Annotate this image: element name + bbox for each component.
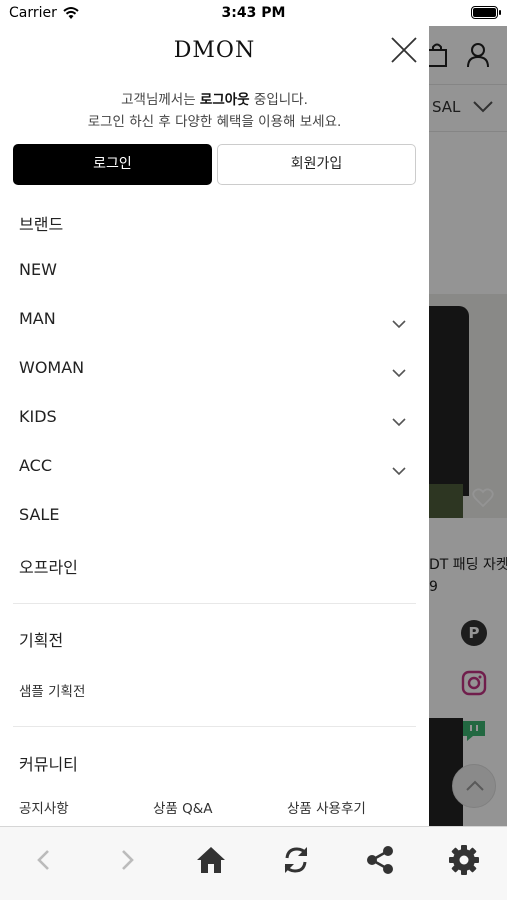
back-icon[interactable] — [27, 843, 61, 877]
side-drawer: DMON 고객님께서는 로그아웃 중입니다. 로그인 하신 후 다양한 혜택을 … — [0, 26, 429, 826]
menu-item-label: NEW — [19, 260, 57, 279]
login-hint-text: 로그인 하신 후 다양한 혜택을 이용해 보세요. — [87, 114, 342, 130]
bottom-toolbar — [0, 826, 507, 900]
menu-item[interactable]: 오프라인 — [0, 542, 429, 588]
menu-item[interactable]: ACC — [0, 444, 429, 490]
chevron-down-icon[interactable] — [392, 314, 406, 333]
logo[interactable]: DMON — [0, 38, 429, 63]
divider — [13, 603, 416, 604]
close-icon[interactable] — [390, 36, 418, 64]
product-review-link[interactable]: 상품 사용후기 — [287, 797, 366, 817]
forward-icon[interactable] — [110, 843, 144, 877]
chevron-down-icon[interactable] — [392, 461, 406, 480]
greeting-prefix: 고객님께서는 — [121, 92, 200, 108]
menu-item[interactable]: SALE — [0, 493, 429, 539]
menu-item-label: 브랜드 — [19, 215, 64, 234]
join-button[interactable]: 회원가입 — [217, 144, 416, 185]
divider — [13, 726, 416, 727]
menu-item-label: ACC — [19, 456, 53, 475]
refresh-icon[interactable] — [279, 843, 313, 877]
home-icon[interactable] — [194, 843, 228, 877]
settings-icon[interactable] — [447, 843, 481, 877]
menu-item[interactable]: WOMAN — [0, 346, 429, 392]
menu-item[interactable]: KIDS — [0, 395, 429, 441]
promotions-title[interactable]: 기획전 — [19, 627, 63, 651]
chevron-down-icon[interactable] — [392, 363, 406, 382]
menu-item-label: SALE — [19, 505, 60, 524]
greeting-status: 로그아웃 — [199, 92, 250, 108]
notice-link[interactable]: 공지사항 — [19, 797, 69, 817]
menu-item-label: MAN — [19, 309, 56, 328]
clock: 3:43 PM — [221, 5, 286, 21]
greeting-suffix: 중입니다. — [249, 92, 308, 108]
menu-item[interactable]: MAN — [0, 297, 429, 343]
menu-item-label: KIDS — [19, 407, 57, 426]
community-title[interactable]: 커뮤니티 — [19, 751, 78, 775]
menu-item[interactable]: NEW — [0, 248, 429, 294]
menu-item-label: 오프라인 — [19, 558, 78, 577]
menu-item-label: WOMAN — [19, 358, 85, 377]
chevron-down-icon[interactable] — [392, 412, 406, 431]
product-qa-link[interactable]: 상품 Q&A — [153, 797, 213, 817]
status-bar: Carrier 3:43 PM — [0, 0, 507, 26]
share-icon[interactable] — [363, 843, 397, 877]
battery-icon — [471, 6, 501, 19]
promotion-link[interactable]: 샘플 기획전 — [19, 680, 85, 700]
login-button[interactable]: 로그인 — [13, 144, 212, 185]
menu-item[interactable]: 브랜드 — [0, 199, 429, 245]
login-status-text: 고객님께서는 로그아웃 중입니다. — [0, 88, 429, 108]
